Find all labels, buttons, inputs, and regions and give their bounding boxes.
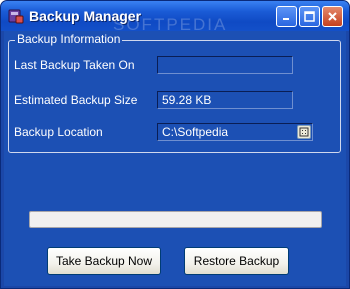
group-legend: Backup Information [15, 32, 123, 46]
backup-location-field[interactable]: C:\Softpedia [157, 123, 313, 141]
client-area: Backup Information Last Backup Taken On … [4, 31, 346, 286]
backup-information-group: Backup Information Last Backup Taken On … [8, 32, 341, 153]
restore-backup-button[interactable]: Restore Backup [184, 247, 289, 275]
last-backup-field [157, 56, 293, 74]
backup-location-value: C:\Softpedia [162, 125, 229, 139]
backup-manager-window: Backup Manager SOFTPEDIA Backup Informat… [0, 0, 350, 289]
backup-location-label: Backup Location [14, 125, 103, 139]
app-icon [8, 9, 24, 24]
maximize-button[interactable] [299, 6, 320, 27]
estimated-size-label: Estimated Backup Size [14, 93, 138, 107]
maximize-icon [304, 11, 315, 22]
browse-location-button[interactable] [297, 125, 311, 139]
minimize-button[interactable] [276, 6, 297, 27]
estimated-size-field: 59.28 KB [157, 91, 293, 109]
backup-progress-bar [29, 211, 322, 228]
close-icon [328, 12, 337, 21]
minimize-icon [283, 18, 289, 20]
title-bar[interactable]: Backup Manager SOFTPEDIA [1, 1, 349, 34]
close-button[interactable] [322, 6, 343, 27]
last-backup-label: Last Backup Taken On [14, 58, 135, 72]
browse-icon [299, 127, 309, 137]
take-backup-now-button[interactable]: Take Backup Now [47, 247, 161, 275]
